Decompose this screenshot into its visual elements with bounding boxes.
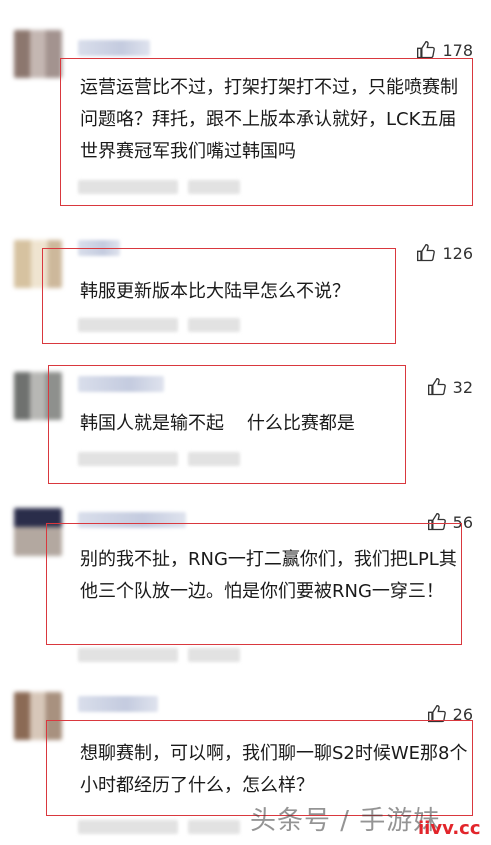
comment-meta [78,820,240,838]
thumbs-up-icon [417,40,436,59]
comment-meta [78,648,240,666]
comment-meta [78,318,240,336]
like-count: 178 [442,40,473,60]
like-button[interactable]: 126 [416,243,473,263]
watermark: 头条号 / 手游妹 [250,806,441,836]
comment-text: 韩国人就是输不起 什么比赛都是 [80,413,355,434]
thumbs-up-icon [417,243,436,262]
like-count: 32 [452,377,473,397]
comment-text: 别的我不扯，RNG一打二赢你们，我们把LPL其他三个队放一边。怕是你们要被RNG… [80,549,457,602]
like-button[interactable]: 178 [416,40,473,60]
like-count: 126 [442,243,473,263]
comment-text: 运营运营比不过，打架打架打不过，只能喷赛制问题咯？拜托，跟不上版本承认就好，LC… [80,77,458,162]
comment-text: 韩服更新版本比大陆早怎么不说？ [80,281,350,302]
username[interactable] [78,696,158,712]
comment-meta [78,180,240,198]
like-button[interactable]: 32 [427,377,473,397]
comment-meta [78,452,240,470]
avatar[interactable] [14,30,62,78]
comment-text: 想聊赛制，可以啊，我们聊一聊S2时候WE那8个小时都经历了什么，怎么样？ [80,743,468,796]
username[interactable] [78,40,150,56]
site-watermark: iivv.cc [418,818,481,839]
thumbs-up-icon [427,377,446,396]
